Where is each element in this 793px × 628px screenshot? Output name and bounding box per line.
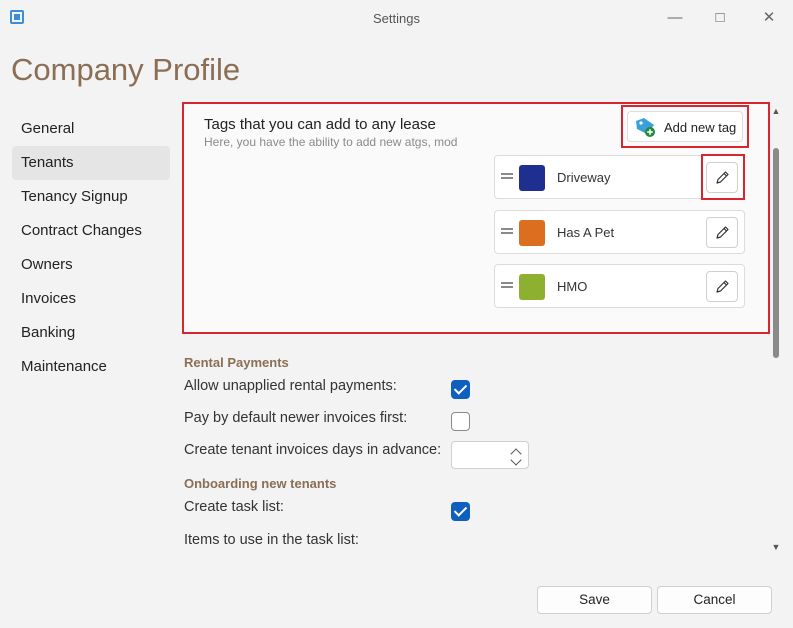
add-tag-highlight: Add new tag <box>621 105 749 148</box>
tags-subtitle: Here, you have the ability to add new at… <box>204 135 458 149</box>
save-button[interactable]: Save <box>537 586 652 614</box>
tag-color-swatch <box>519 165 545 191</box>
tag-add-icon <box>636 118 655 137</box>
task-list-items-label: Items to use in the task list: <box>184 532 359 548</box>
drag-handle-icon[interactable] <box>501 227 513 235</box>
sidebar-item-tenants[interactable]: Tenants <box>12 146 170 180</box>
sidebar-item-contract-changes[interactable]: Contract Changes <box>12 214 170 248</box>
tag-row-has-a-pet: Has A Pet <box>494 210 745 254</box>
onboarding-heading: Onboarding new tenants <box>184 476 337 491</box>
edit-tag-button[interactable] <box>706 217 738 248</box>
pencil-icon <box>716 226 729 239</box>
drag-handle-icon[interactable] <box>501 281 513 289</box>
pencil-icon <box>716 280 729 293</box>
maximize-icon[interactable]: □ <box>705 6 735 30</box>
days-in-advance-stepper[interactable] <box>451 441 529 469</box>
allow-unapplied-label: Allow unapplied rental payments: <box>184 378 397 394</box>
tag-name: HMO <box>557 279 588 294</box>
rental-payments-heading: Rental Payments <box>184 355 289 370</box>
sidebar: General Tenants Tenancy Signup Contract … <box>12 112 170 384</box>
sidebar-item-owners[interactable]: Owners <box>12 248 170 282</box>
tag-color-swatch <box>519 274 545 300</box>
scroll-down-icon[interactable]: ▼ <box>771 542 781 552</box>
edit-button-highlight <box>701 154 745 200</box>
scroll-up-icon[interactable]: ▲ <box>771 106 781 116</box>
pay-newer-first-label: Pay by default newer invoices first: <box>184 410 408 426</box>
sidebar-item-tenancy-signup[interactable]: Tenancy Signup <box>12 180 170 214</box>
tag-row-hmo: HMO <box>494 264 745 308</box>
cancel-button[interactable]: Cancel <box>657 586 772 614</box>
tag-name: Has A Pet <box>557 225 615 240</box>
edit-tag-button[interactable] <box>706 271 738 302</box>
days-in-advance-label: Create tenant invoices days in advance: <box>184 442 442 458</box>
create-task-list-label: Create task list: <box>184 499 284 515</box>
allow-unapplied-checkbox[interactable] <box>451 380 470 399</box>
create-task-list-checkbox[interactable] <box>451 502 470 521</box>
add-new-tag-button[interactable]: Add new tag <box>627 111 743 142</box>
tag-color-swatch <box>519 220 545 246</box>
sidebar-item-maintenance[interactable]: Maintenance <box>12 350 170 384</box>
sidebar-item-general[interactable]: General <box>12 112 170 146</box>
sidebar-item-banking[interactable]: Banking <box>12 316 170 350</box>
tags-panel: Tags that you can add to any lease Here,… <box>182 102 770 334</box>
sidebar-item-invoices[interactable]: Invoices <box>12 282 170 316</box>
minimize-icon[interactable]: — <box>660 6 690 30</box>
close-icon[interactable]: ✕ <box>754 6 784 30</box>
scrollbar-thumb[interactable] <box>773 148 779 358</box>
tag-name: Driveway <box>557 170 611 185</box>
add-new-tag-label: Add new tag <box>664 120 737 135</box>
pay-newer-first-checkbox[interactable] <box>451 412 470 431</box>
page-title: Company Profile <box>11 52 241 87</box>
drag-handle-icon[interactable] <box>501 172 513 180</box>
tags-title: Tags that you can add to any lease <box>204 116 436 133</box>
title-bar: Settings — □ ✕ <box>0 0 793 36</box>
